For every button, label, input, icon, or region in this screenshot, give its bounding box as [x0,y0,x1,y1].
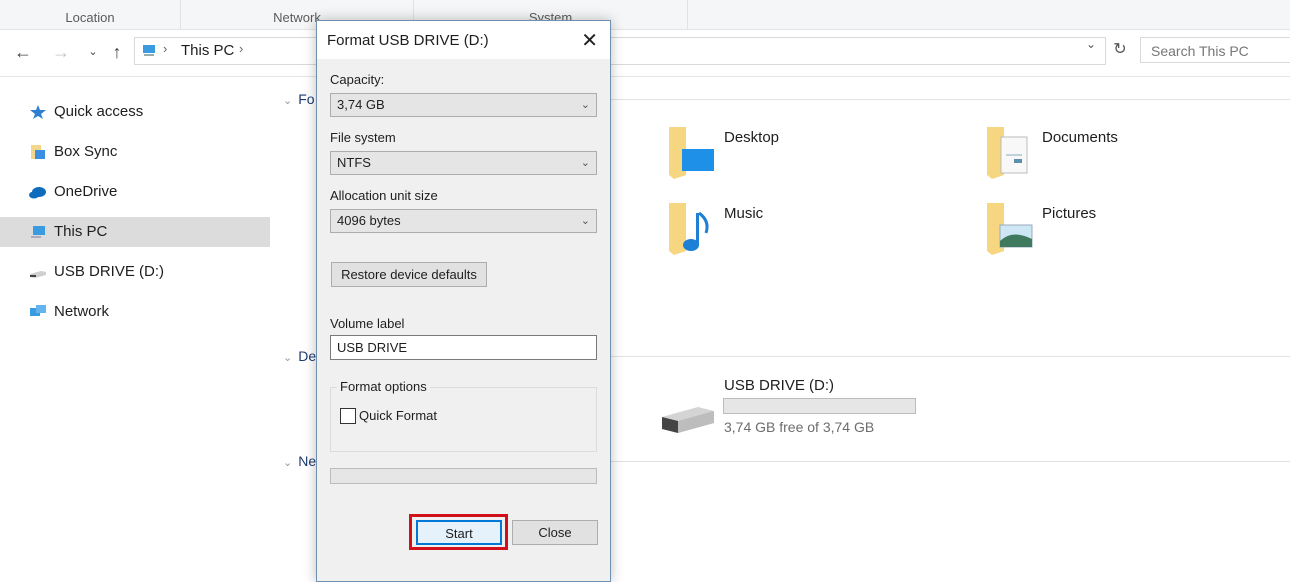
up-button[interactable]: ↑ [106,40,128,64]
capacity-label: Capacity: [330,72,385,87]
sidebar-item-box-sync[interactable]: Box Sync [0,137,270,167]
filesystem-label: File system [330,130,396,145]
chevron-down-icon: ⌄ [283,457,293,469]
refresh-button[interactable]: ↻ [1105,37,1134,63]
computer-icon [143,45,155,56]
section-header-devices[interactable]: ⌄ De [283,348,316,364]
close-icon[interactable]: ✕ [581,28,598,53]
folder-name: Music [724,205,764,222]
filesystem-select[interactable]: NTFS ⌄ [330,151,597,175]
drive-name: USB DRIVE (D:) [724,377,835,394]
folder-pictures[interactable]: Pictures [984,201,1244,261]
close-button[interactable]: Close [512,520,598,545]
sidebar-item-label: Quick access [54,103,144,120]
documents-folder-icon [987,127,1028,179]
volume-label-label: Volume label [330,316,405,331]
desktop-folder-icon [669,127,714,179]
ribbon: Location Network System [0,0,1290,30]
usb-drive-icon [662,407,714,433]
section-divider [600,356,1290,357]
breadcrumb-separator: › [163,41,168,56]
section-divider [600,99,1290,100]
sidebar-item-usb-drive[interactable]: USB DRIVE (D:) [0,257,270,287]
folder-desktop[interactable]: Desktop [666,125,926,185]
format-dialog: Format USB DRIVE (D:) ✕ Capacity: 3,74 G… [316,20,611,582]
chevron-down-icon: ⌄ [88,46,98,58]
quick-format-label[interactable]: Quick Format [359,408,437,423]
start-button[interactable]: Start [416,520,502,545]
allocation-value: 4096 bytes [337,213,401,228]
chevron-down-icon: ⌄ [580,99,590,111]
quick-format-checkbox[interactable] [340,408,356,424]
sidebar-item-label: This PC [54,223,108,240]
sidebar-item-label: Box Sync [54,143,118,160]
address-dropdown-button[interactable]: ⌄ [1086,37,1096,51]
chevron-down-icon: ⌄ [1086,37,1097,51]
sidebar-item-onedrive[interactable]: OneDrive [0,177,270,207]
box-sync-folder-icon [31,145,45,159]
forward-button[interactable]: → [50,40,72,64]
folder-name: Pictures [1042,205,1097,222]
allocation-label: Allocation unit size [330,188,438,203]
dialog-title: Format USB DRIVE (D:) [327,32,489,49]
star-icon [30,105,46,119]
usb-drive-icon [30,271,46,278]
network-icon [30,305,46,316]
section-divider [600,461,1290,462]
filesystem-value: NTFS [337,155,371,170]
sidebar-item-label: OneDrive [54,183,118,200]
chevron-down-icon: ⌄ [283,352,293,364]
sidebar-item-label: USB DRIVE (D:) [54,263,165,280]
sidebar-item-quick-access[interactable]: Quick access [0,97,270,127]
back-arrow-icon: ← [14,42,32,62]
forward-arrow-icon: → [52,42,70,62]
section-header-folders[interactable]: ⌄ Fo [283,91,315,107]
drive-usage-bar [723,398,916,414]
back-button[interactable]: ← [12,40,34,64]
sidebar-item-this-pc[interactable]: This PC [0,217,270,247]
sidebar-item-label: Network [54,303,110,320]
section-header-network[interactable]: ⌄ Ne [283,453,316,469]
restore-defaults-button[interactable]: Restore device defaults [331,262,487,287]
format-options-label: Format options [337,379,430,394]
volume-label-input[interactable]: USB DRIVE [330,335,597,360]
breadcrumb-this-pc[interactable]: This PC [181,42,234,59]
recent-locations-button[interactable]: ⌄ [82,40,104,64]
cloud-icon [29,187,46,199]
address-row: ← → ⌄ ↑ › This PC › [0,30,1290,77]
search-input[interactable]: Search This PC [1140,37,1290,63]
up-arrow-icon: ↑ [112,42,122,62]
format-progress-bar [330,468,597,484]
refresh-icon: ↻ [1113,41,1127,58]
ribbon-group-location: Location [0,0,181,29]
sidebar-item-network[interactable]: Network [0,297,270,327]
folder-name: Desktop [724,129,780,146]
capacity-select[interactable]: 3,74 GB ⌄ [330,93,597,117]
computer-icon [31,226,45,238]
folder-name: Documents [1042,129,1118,146]
folder-documents[interactable]: Documents [984,125,1244,185]
drive-usb[interactable]: USB DRIVE (D:) 3,74 GB free of 3,74 GB [660,375,940,445]
format-options-group: Format options Quick Format [330,379,597,452]
breadcrumb-separator[interactable]: › [239,41,243,56]
chevron-down-icon: ⌄ [580,157,590,169]
music-folder-icon [669,203,709,255]
drive-free-space: 3,74 GB free of 3,74 GB [724,419,875,435]
allocation-select[interactable]: 4096 bytes ⌄ [330,209,597,233]
capacity-value: 3,74 GB [337,97,385,112]
folder-music[interactable]: Music [666,201,926,261]
dialog-titlebar[interactable]: Format USB DRIVE (D:) ✕ [317,21,610,59]
pictures-folder-icon [987,203,1033,255]
chevron-down-icon: ⌄ [283,95,293,107]
chevron-down-icon: ⌄ [580,215,590,227]
address-bar[interactable]: › This PC › [134,37,1106,65]
